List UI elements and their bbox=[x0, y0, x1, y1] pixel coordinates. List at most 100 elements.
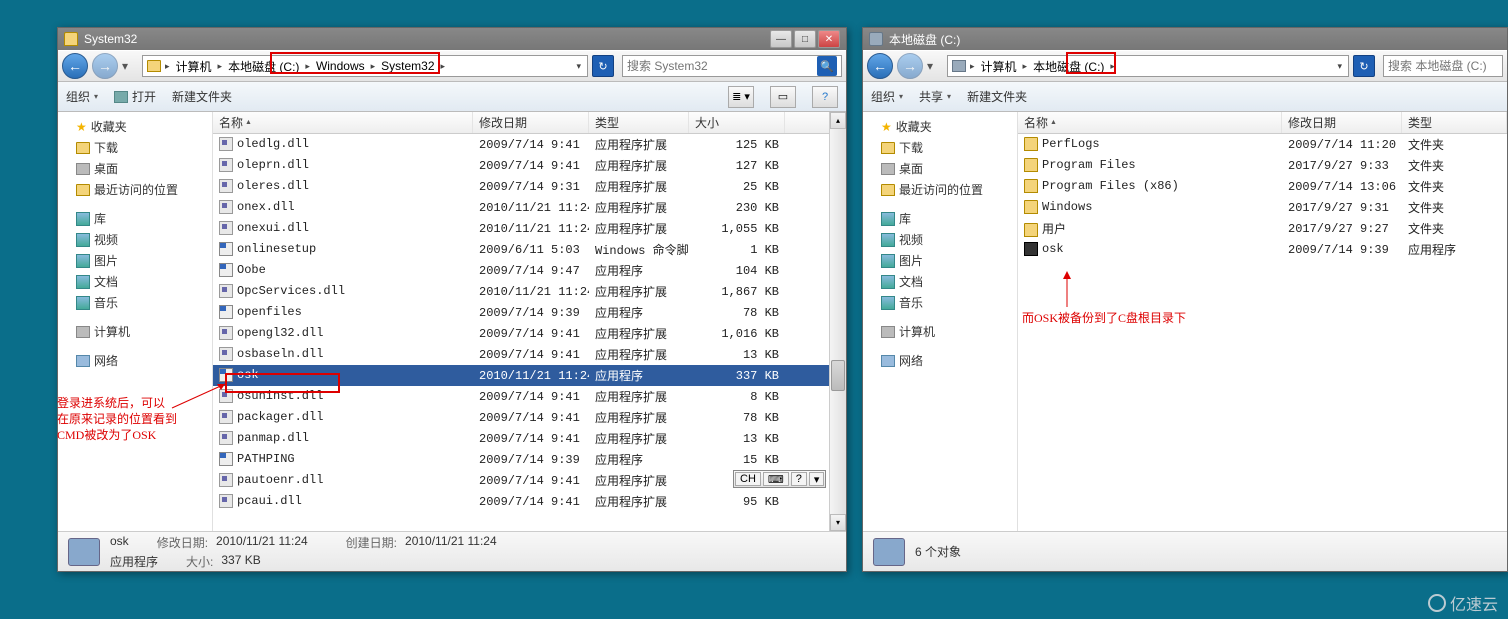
refresh-button[interactable]: ↻ bbox=[1353, 55, 1375, 77]
sidebar-computer[interactable]: 计算机 bbox=[863, 321, 1017, 342]
col-name[interactable]: 名称▲ bbox=[1018, 112, 1282, 133]
search-input[interactable] bbox=[1388, 59, 1508, 73]
file-row[interactable]: osk2009/7/14 9:39应用程序 bbox=[1018, 239, 1507, 260]
file-row[interactable]: pcaui.dll2009/7/14 9:41应用程序扩展95 KB bbox=[213, 491, 829, 512]
scroll-up-icon[interactable]: ▴ bbox=[830, 112, 846, 129]
file-row[interactable]: Program Files (x86)2009/7/14 13:06文件夹 bbox=[1018, 176, 1507, 197]
sidebar-downloads[interactable]: 下载 bbox=[863, 137, 1017, 158]
addr-dropdown-icon[interactable]: ▾ bbox=[574, 61, 583, 72]
file-row[interactable]: oleres.dll2009/7/14 9:31应用程序扩展25 KB bbox=[213, 176, 829, 197]
scroll-thumb[interactable] bbox=[831, 360, 845, 391]
file-row[interactable]: oledlg.dll2009/7/14 9:41应用程序扩展125 KB bbox=[213, 134, 829, 155]
file-row[interactable]: Oobe2009/7/14 9:47应用程序104 KB bbox=[213, 260, 829, 281]
sidebar-music[interactable]: 音乐 bbox=[863, 292, 1017, 313]
search-box-1[interactable]: 🔍 bbox=[622, 55, 842, 77]
file-row[interactable]: OpcServices.dll2010/11/21 11:24应用程序扩展1,8… bbox=[213, 281, 829, 302]
ime-options-icon[interactable]: ▾ bbox=[809, 472, 825, 486]
file-row[interactable]: panmap.dll2009/7/14 9:41应用程序扩展13 KB bbox=[213, 428, 829, 449]
sidebar-desktop[interactable]: 桌面 bbox=[863, 158, 1017, 179]
sidebar-documents[interactable]: 文档 bbox=[58, 271, 212, 292]
ime-toolbar[interactable]: CH ⌨ ? ▾ bbox=[733, 470, 826, 488]
forward-button[interactable]: → bbox=[897, 53, 923, 79]
file-row[interactable]: 用户2017/9/27 9:27文件夹 bbox=[1018, 218, 1507, 239]
new-folder-button[interactable]: 新建文件夹 bbox=[172, 88, 232, 105]
column-headers-1[interactable]: 名称▲ 修改日期 类型 大小 bbox=[213, 112, 829, 134]
maximize-button[interactable]: □ bbox=[794, 30, 816, 48]
sidebar-pictures[interactable]: 图片 bbox=[863, 250, 1017, 271]
help-button[interactable]: ? bbox=[812, 86, 838, 108]
address-bar-1[interactable]: ▸ 计算机 ▸ 本地磁盘 (C:) ▸ Windows ▸ System32 ▸… bbox=[142, 55, 588, 77]
file-row[interactable]: opengl32.dll2009/7/14 9:41应用程序扩展1,016 KB bbox=[213, 323, 829, 344]
sidebar-favorites[interactable]: ★收藏夹 bbox=[58, 116, 212, 137]
ime-lang[interactable]: CH bbox=[735, 472, 761, 486]
sidebar-network[interactable]: 网络 bbox=[863, 350, 1017, 371]
sidebar-pictures[interactable]: 图片 bbox=[58, 250, 212, 271]
titlebar-2[interactable]: 本地磁盘 (C:) bbox=[863, 28, 1507, 50]
sidebar-recent[interactable]: 最近访问的位置 bbox=[863, 179, 1017, 200]
breadcrumb-seg[interactable]: System32 bbox=[379, 59, 436, 73]
back-button[interactable]: ← bbox=[867, 53, 893, 79]
preview-pane-button[interactable]: ▭ bbox=[770, 86, 796, 108]
column-headers-2[interactable]: 名称▲ 修改日期 类型 bbox=[1018, 112, 1507, 134]
history-dropdown[interactable]: ▾ bbox=[927, 59, 939, 73]
minimize-button[interactable]: — bbox=[770, 30, 792, 48]
file-row[interactable]: openfiles2009/7/14 9:39应用程序78 KB bbox=[213, 302, 829, 323]
col-type[interactable]: 类型 bbox=[1402, 112, 1507, 133]
chevron-icon[interactable]: ▸ bbox=[1021, 61, 1030, 72]
sidebar-downloads[interactable]: 下载 bbox=[58, 137, 212, 158]
file-list-2[interactable]: PerfLogs2009/7/14 11:20文件夹Program Files2… bbox=[1018, 134, 1507, 531]
file-row[interactable]: osk2010/11/21 11:24应用程序337 KB bbox=[213, 365, 829, 386]
sidebar-documents[interactable]: 文档 bbox=[863, 271, 1017, 292]
forward-button[interactable]: → bbox=[92, 53, 118, 79]
address-bar-2[interactable]: ▸ 计算机 ▸ 本地磁盘 (C:) ▸ ▾ bbox=[947, 55, 1349, 77]
sidebar-music[interactable]: 音乐 bbox=[58, 292, 212, 313]
breadcrumb-seg[interactable]: Windows bbox=[314, 59, 367, 73]
history-dropdown[interactable]: ▾ bbox=[122, 59, 134, 73]
sidebar-libraries[interactable]: 库 bbox=[863, 208, 1017, 229]
breadcrumb-seg[interactable]: 本地磁盘 (C:) bbox=[1031, 58, 1106, 75]
file-row[interactable]: osuninst.dll2009/7/14 9:41应用程序扩展8 KB bbox=[213, 386, 829, 407]
new-folder-button[interactable]: 新建文件夹 bbox=[967, 88, 1027, 105]
search-icon[interactable]: 🔍 bbox=[817, 56, 837, 76]
breadcrumb-seg[interactable]: 计算机 bbox=[174, 58, 214, 75]
file-row[interactable]: oleprn.dll2009/7/14 9:41应用程序扩展127 KB bbox=[213, 155, 829, 176]
sidebar-desktop[interactable]: 桌面 bbox=[58, 158, 212, 179]
file-row[interactable]: Program Files2017/9/27 9:33文件夹 bbox=[1018, 155, 1507, 176]
chevron-icon[interactable]: ▸ bbox=[303, 61, 312, 72]
file-row[interactable]: onlinesetup2009/6/11 5:03Windows 命令脚本1 K… bbox=[213, 239, 829, 260]
file-row[interactable]: PerfLogs2009/7/14 11:20文件夹 bbox=[1018, 134, 1507, 155]
organize-button[interactable]: 组织▾ bbox=[871, 88, 903, 105]
view-options-button[interactable]: ≣ ▾ bbox=[728, 86, 754, 108]
file-row[interactable]: onexui.dll2010/11/21 11:24应用程序扩展1,055 KB bbox=[213, 218, 829, 239]
sidebar-videos[interactable]: 视频 bbox=[863, 229, 1017, 250]
chevron-icon[interactable]: ▸ bbox=[1108, 61, 1117, 72]
sidebar-network[interactable]: 网络 bbox=[58, 350, 212, 371]
breadcrumb-seg[interactable]: 本地磁盘 (C:) bbox=[226, 58, 301, 75]
close-button[interactable]: ✕ bbox=[818, 30, 840, 48]
vscrollbar-1[interactable]: ▴ ▾ bbox=[829, 112, 846, 531]
sidebar-libraries[interactable]: 库 bbox=[58, 208, 212, 229]
ime-help-icon[interactable]: ? bbox=[791, 472, 807, 486]
col-date[interactable]: 修改日期 bbox=[1282, 112, 1402, 133]
file-row[interactable]: Windows2017/9/27 9:31文件夹 bbox=[1018, 197, 1507, 218]
sidebar-favorites[interactable]: ★收藏夹 bbox=[863, 116, 1017, 137]
sidebar-computer[interactable]: 计算机 bbox=[58, 321, 212, 342]
file-row[interactable]: osbaseln.dll2009/7/14 9:41应用程序扩展13 KB bbox=[213, 344, 829, 365]
breadcrumb-seg[interactable]: 计算机 bbox=[979, 58, 1019, 75]
col-name[interactable]: 名称▲ bbox=[213, 112, 473, 133]
sidebar-videos[interactable]: 视频 bbox=[58, 229, 212, 250]
open-button[interactable]: 打开 bbox=[114, 88, 156, 105]
search-input[interactable] bbox=[627, 59, 817, 73]
scroll-down-icon[interactable]: ▾ bbox=[830, 514, 846, 531]
chevron-icon[interactable]: ▸ bbox=[369, 61, 378, 72]
col-type[interactable]: 类型 bbox=[589, 112, 689, 133]
ime-keyboard-icon[interactable]: ⌨ bbox=[763, 472, 789, 486]
back-button[interactable]: ← bbox=[62, 53, 88, 79]
chevron-icon[interactable]: ▸ bbox=[163, 61, 172, 72]
col-date[interactable]: 修改日期 bbox=[473, 112, 589, 133]
organize-button[interactable]: 组织▾ bbox=[66, 88, 98, 105]
chevron-icon[interactable]: ▸ bbox=[968, 61, 977, 72]
file-row[interactable]: onex.dll2010/11/21 11:24应用程序扩展230 KB bbox=[213, 197, 829, 218]
chevron-icon[interactable]: ▸ bbox=[216, 61, 225, 72]
chevron-icon[interactable]: ▸ bbox=[439, 61, 448, 72]
